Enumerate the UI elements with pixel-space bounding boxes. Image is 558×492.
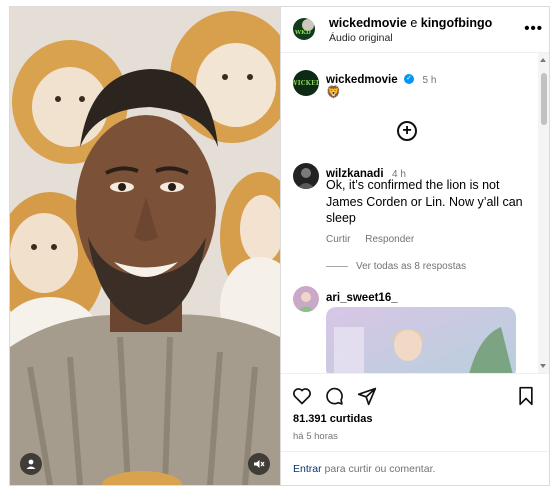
sweater [10,314,280,485]
muted-speaker-icon [254,460,265,468]
collab-avatar[interactable]: WKD [293,18,315,40]
comment-text: Ok, it’s confirmed the lion is not James… [326,178,523,225]
comment-avatar-2-image [293,286,319,312]
comment-2-gif[interactable] [326,307,516,373]
replies-divider [326,265,348,267]
svg-text:WKD: WKD [294,30,311,36]
likes-count[interactable]: 81.391 curtidas [293,413,373,425]
comment-reply-button[interactable]: Responder [365,234,414,245]
video-frame-illustration [10,7,280,485]
bookmark-icon[interactable] [517,386,535,406]
mute-button[interactable] [248,453,270,475]
scroll-down-arrow-icon[interactable] [540,364,546,368]
user-tag-icon [26,459,36,469]
comments-scrollbar[interactable] [538,53,549,373]
caption-text: 🦁 [326,85,341,99]
share-icon[interactable] [357,386,377,406]
comment-actions: Curtir Responder [326,234,426,245]
caption-header: wickedmovie ✓ 5 h [326,70,436,88]
comments-feed[interactable]: WICKED wickedmovie ✓ 5 h 🦁 + wilzkanadi … [281,53,549,373]
comment-2-gif-image [326,307,516,373]
comment-icon[interactable] [324,386,344,406]
scroll-up-arrow-icon[interactable] [540,58,546,62]
comment-2-header: ari_sweet16_ [326,288,398,306]
post-authors: wickedmovie e kingofbingo [329,16,492,30]
add-icon-button[interactable]: + [397,121,417,141]
view-replies-button[interactable]: Ver todas as 8 respostas [326,261,466,272]
post-dialog: WKD wickedmovie e kingofbingo Áudio orig… [9,6,550,486]
post-video[interactable] [10,7,280,485]
user-tag-button[interactable] [20,453,42,475]
comment-avatar[interactable] [293,163,319,189]
login-prompt: Entrar para curtir ou comentar. [281,451,549,485]
caption-avatar[interactable]: WICKED [293,70,319,96]
comment-like-button[interactable]: Curtir [326,234,350,245]
collab-avatar-image: WKD [293,18,315,40]
view-replies-label: Ver todas as 8 respostas [356,261,467,272]
comment-avatar-2[interactable] [293,286,319,312]
post-time-ago[interactable]: há 5 horas [293,431,338,442]
post-header: WKD wickedmovie e kingofbingo Áudio orig… [281,7,549,53]
verified-badge-icon: ✓ [404,73,415,84]
login-link[interactable]: Entrar [293,463,322,475]
caption-avatar-logo: WICKED [293,79,319,87]
login-prompt-text: para curtir ou comentar. [324,463,436,475]
comment-2-username[interactable]: ari_sweet16_ [326,292,398,304]
more-options-button[interactable]: ••• [524,20,543,37]
author-secondary-link[interactable]: kingofbingo [421,16,493,30]
heart-icon[interactable] [292,386,312,406]
scroll-thumb[interactable] [541,73,547,125]
caption-time[interactable]: 5 h [423,75,437,86]
authors-connector: e [410,16,418,30]
audio-link[interactable]: Áudio original [329,32,393,44]
post-details-panel: WKD wickedmovie e kingofbingo Áudio orig… [281,7,549,485]
author-primary-link[interactable]: wickedmovie [329,16,407,30]
comment-avatar-image [293,163,319,189]
